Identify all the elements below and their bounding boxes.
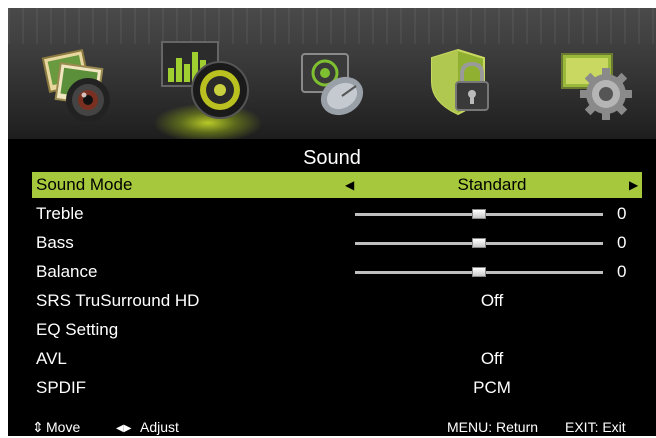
menu-row-avl[interactable]: AVL Off (32, 346, 642, 372)
row-label: AVL (36, 349, 67, 368)
menu-row-balance[interactable]: Balance 0 (32, 259, 642, 285)
arrow-right-icon[interactable]: ▶ (629, 172, 638, 198)
move-icon: ⇕ (32, 419, 44, 435)
sound-icon[interactable] (158, 38, 258, 120)
menu-row-bass[interactable]: Bass 0 (32, 230, 642, 256)
menu-icon-strip (8, 8, 656, 139)
arrow-left-icon[interactable]: ◀ (345, 172, 354, 198)
row-value: Off (480, 349, 504, 368)
slider-knob[interactable] (472, 267, 486, 277)
lock-icon[interactable] (428, 46, 498, 124)
row-value: Off (480, 291, 504, 310)
menu-row-sound-mode[interactable]: Sound Mode ◀ Standard ▶ (32, 172, 642, 198)
row-label: Treble (36, 204, 84, 223)
row-value: Standard (457, 175, 527, 194)
menu-row-srs-trusurround-hd[interactable]: SRS TruSurround HD Off (32, 288, 642, 314)
row-label: EQ Setting (36, 320, 119, 339)
adjust-hint: Adjust (140, 419, 179, 435)
row-label: Balance (36, 262, 98, 281)
slider-knob[interactable] (472, 238, 486, 248)
row-label: SRS TruSurround HD (36, 291, 200, 310)
row-value: PCM (473, 378, 511, 397)
menu-return-hint: MENU: Return (447, 419, 539, 435)
menu-row-spdif[interactable]: SPDIF PCM (32, 375, 642, 401)
row-number: 0 (617, 262, 627, 281)
row-label: Bass (36, 233, 74, 252)
menu-row-eq-setting[interactable]: EQ Setting (32, 317, 642, 343)
setup-icon[interactable] (556, 48, 636, 122)
row-number: 0 (617, 233, 627, 252)
adjust-icon: ◀▶ (116, 423, 132, 434)
menu-row-treble[interactable]: Treble 0 (32, 201, 642, 227)
slider-knob[interactable] (472, 209, 486, 219)
row-label: SPDIF (36, 378, 87, 397)
row-number: 0 (617, 204, 627, 223)
move-hint: Move (46, 419, 81, 435)
picture-icon[interactable] (40, 48, 120, 126)
tv-osd-menu: Sound Sound Mode ◀ Standard ▶ Treble 0 B… (8, 8, 656, 436)
menu-title: Sound (303, 147, 361, 169)
footer-hint-bar: ⇕ Move ◀▶ Adjust MENU: Return EXIT: Exit (8, 418, 656, 436)
row-label: Sound Mode (36, 175, 133, 194)
exit-hint: EXIT: Exit (565, 419, 626, 435)
channel-icon[interactable] (298, 50, 370, 120)
